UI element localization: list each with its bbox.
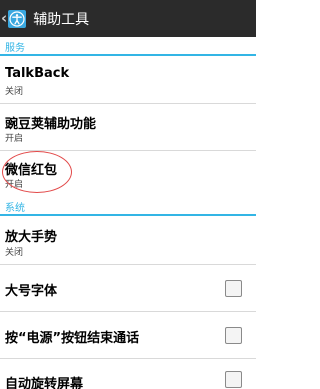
auto-rotate-checkbox[interactable]	[225, 371, 242, 388]
power-ends-call-checkbox[interactable]	[225, 327, 242, 344]
list-item-large-text[interactable]: 大号字体	[0, 266, 256, 312]
item-status: 关闭	[5, 87, 24, 97]
item-status: 关闭	[5, 248, 24, 258]
action-bar: ‹ 辅助工具	[0, 0, 256, 37]
item-title: TalkBack	[5, 66, 70, 81]
item-title: 自动旋转屏幕	[5, 377, 84, 389]
item-title: 豌豆荚辅助功能	[5, 117, 97, 132]
list-item-wechat-red-packet[interactable]: 微信红包 开启	[0, 152, 256, 198]
item-status: 开启	[5, 180, 24, 190]
item-title: 大号字体	[5, 284, 58, 299]
item-status: 开启	[5, 134, 24, 144]
item-title: 微信红包	[5, 163, 58, 178]
section-label: 服务	[5, 43, 25, 54]
page-title: 辅助工具	[33, 11, 90, 28]
list-item-auto-rotate[interactable]: 自动旋转屏幕	[0, 360, 256, 389]
section-label: 系统	[5, 203, 25, 214]
list-item-wandoujia-accessibility[interactable]: 豌豆荚辅助功能 开启	[0, 105, 256, 151]
chevron-left-icon: ‹	[1, 9, 8, 27]
item-title: 按“电源”按钮结束通话	[5, 331, 140, 346]
large-text-checkbox[interactable]	[225, 280, 242, 297]
section-header-services: 服务	[0, 38, 256, 56]
accessibility-icon	[8, 9, 27, 28]
list-item-talkback[interactable]: TalkBack 关闭	[0, 58, 256, 104]
section-header-system: 系统	[0, 198, 256, 216]
list-item-power-button-ends-call[interactable]: 按“电源”按钮结束通话	[0, 313, 256, 359]
list-item-magnification-gestures[interactable]: 放大手势 关闭	[0, 218, 256, 265]
back-button[interactable]: ‹	[0, 0, 27, 37]
item-title: 放大手势	[5, 230, 58, 245]
